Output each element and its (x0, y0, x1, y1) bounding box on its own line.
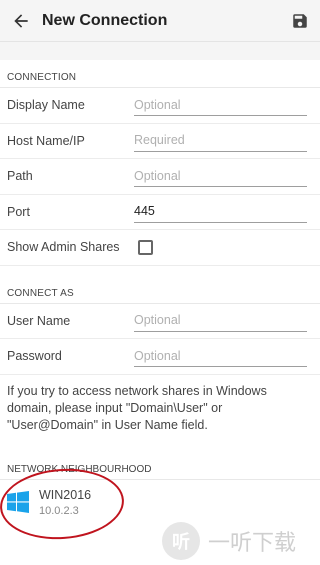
page-title: New Connection (42, 11, 168, 29)
port-input[interactable] (134, 200, 307, 223)
save-icon[interactable] (290, 11, 310, 31)
watermark-badge: 听 (162, 522, 200, 560)
host-input[interactable] (134, 129, 307, 152)
path-row: Path (0, 159, 320, 195)
watermark: 听 一听下载 (162, 522, 296, 560)
port-row: Port (0, 195, 320, 230)
domain-help-text: If you try to access network shares in W… (7, 383, 267, 432)
user-label: User Name (7, 313, 71, 328)
path-input[interactable] (134, 165, 307, 188)
host-row: Host Name/IP (0, 124, 320, 159)
host-label: Host Name/IP (7, 133, 85, 148)
network-neighbourhood-header: NETWORK NEIGHBOURHOOD (0, 446, 320, 480)
back-arrow-icon[interactable] (10, 10, 32, 32)
path-label: Path (7, 169, 33, 184)
show-admin-checkbox[interactable] (138, 239, 153, 255)
windows-logo-icon (7, 491, 29, 513)
display-name-row: Display Name (0, 88, 320, 124)
form-content: CONNECTION Display Name Host Name/IP Pat… (0, 60, 320, 565)
port-label: Port (7, 204, 30, 219)
watermark-text: 一听下载 (208, 530, 297, 555)
app-bar: New Connection (0, 0, 320, 42)
show-admin-row: Show Admin Shares (0, 230, 320, 266)
password-row: Password (0, 339, 320, 375)
user-row: User Name (0, 304, 320, 339)
connection-section-header: CONNECTION (0, 60, 320, 88)
host-name: WIN2016 (39, 487, 92, 502)
user-input[interactable] (134, 309, 307, 332)
host-ip: 10.0.2.3 (39, 504, 79, 517)
password-input[interactable] (134, 345, 307, 368)
host-list-item[interactable]: WIN2016 10.0.2.3 (0, 480, 320, 525)
display-name-label: Display Name (7, 98, 85, 113)
display-name-input[interactable] (134, 94, 307, 117)
password-label: Password (7, 349, 62, 364)
show-admin-label: Show Admin Shares (7, 240, 120, 255)
connect-as-section-header: CONNECT AS (0, 266, 320, 304)
